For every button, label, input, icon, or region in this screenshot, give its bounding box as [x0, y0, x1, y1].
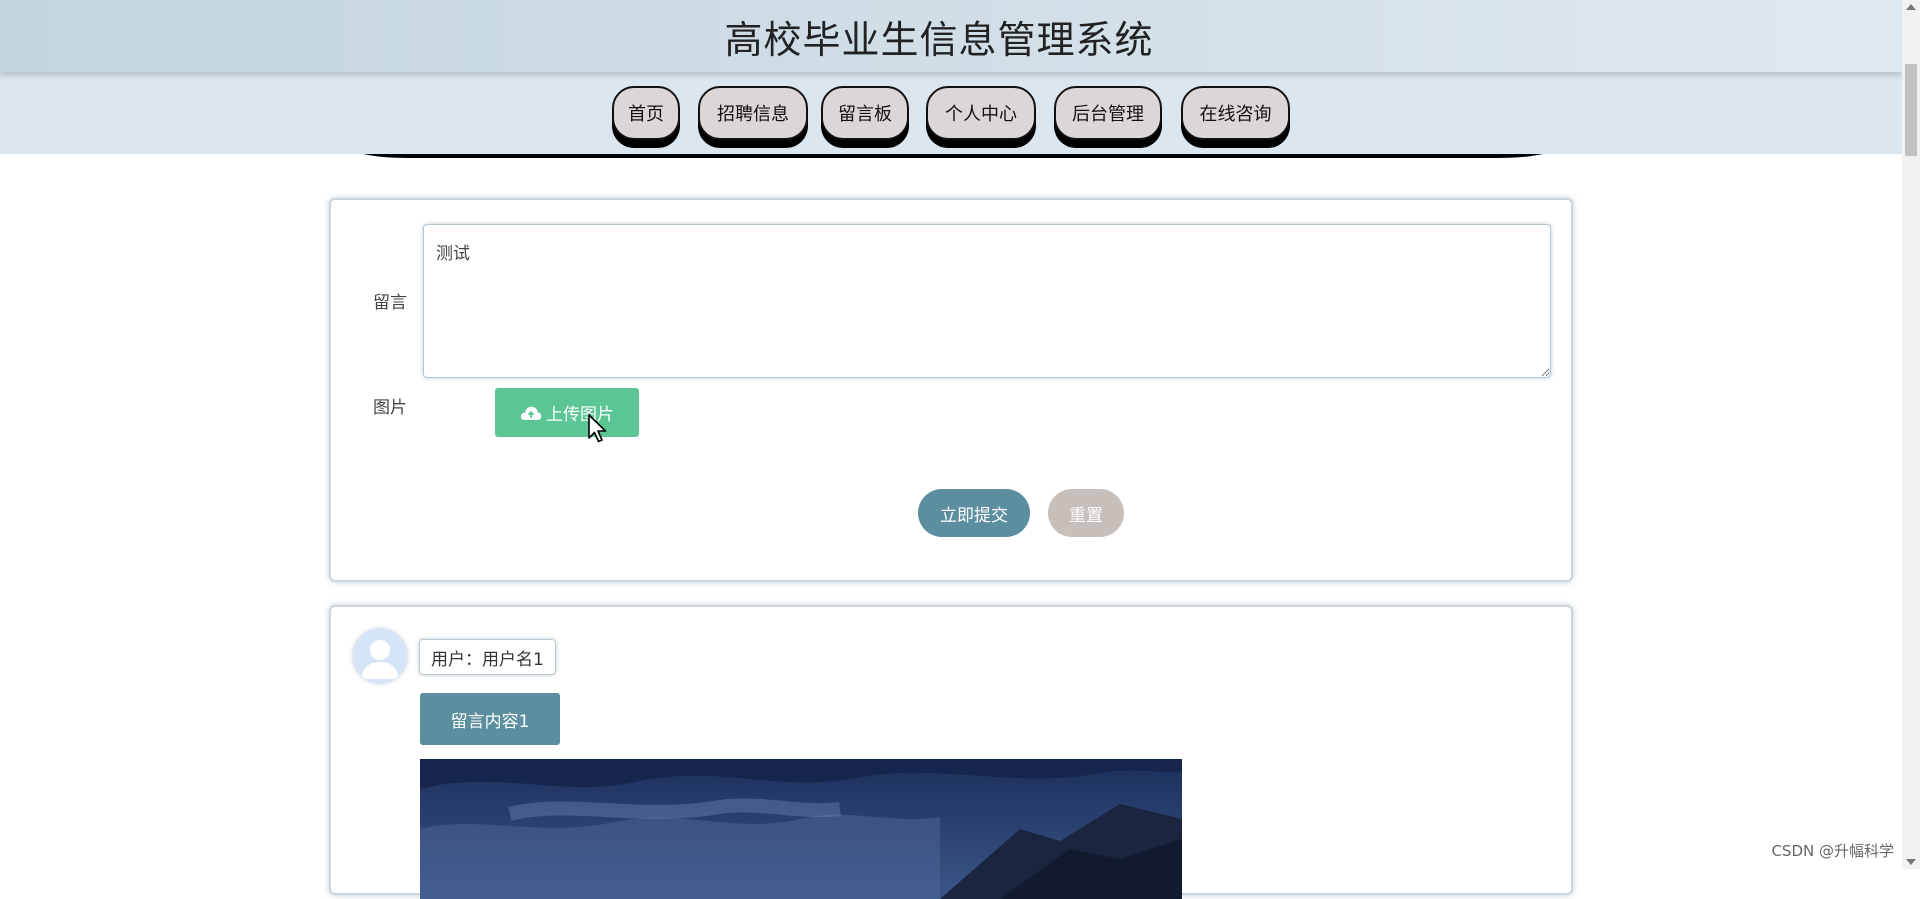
message-input[interactable]: [423, 224, 1551, 378]
message-username: 用户：用户名1: [419, 639, 556, 675]
nav-item-label: 首页: [628, 104, 664, 125]
image-label: 图片: [373, 398, 407, 418]
scroll-down-icon[interactable]: [1906, 859, 1916, 865]
watermark: CSDN @升幅科学: [1771, 842, 1894, 860]
nav-item-admin[interactable]: 后台管理: [1054, 86, 1162, 140]
nav-item-message-board[interactable]: 留言板: [821, 86, 909, 140]
nav-item-label: 个人中心: [945, 104, 1017, 125]
nav-item-profile[interactable]: 个人中心: [926, 86, 1036, 140]
message-label: 留言: [373, 293, 407, 313]
nav-item-home[interactable]: 首页: [612, 86, 680, 140]
message-content: 留言内容1: [420, 693, 560, 745]
scrollbar-thumb[interactable]: [1905, 64, 1917, 156]
avatar: [353, 629, 407, 683]
mouse-cursor-icon: [588, 414, 607, 443]
reset-button[interactable]: 重置: [1048, 489, 1124, 537]
site-title: 高校毕业生信息管理系统: [724, 17, 1154, 62]
landscape-photo: [420, 759, 1182, 899]
message-form-card: 留言 图片 上传图片 立即提交 重置: [329, 198, 1573, 582]
message-item: 用户：用户名1 留言内容1: [329, 605, 1573, 899]
nav-item-online-consult[interactable]: 在线咨询: [1181, 86, 1290, 140]
user-avatar-icon: [353, 629, 407, 683]
cloud-upload-icon: [520, 406, 542, 420]
nav-item-label: 后台管理: [1072, 104, 1144, 125]
submit-button[interactable]: 立即提交: [918, 489, 1030, 537]
nav-item-label: 招聘信息: [717, 104, 789, 125]
nav-item-recruitment[interactable]: 招聘信息: [698, 86, 808, 140]
nav-item-label: 在线咨询: [1199, 104, 1272, 125]
page-scrollbar[interactable]: [1902, 0, 1920, 869]
nav-item-label: 留言板: [838, 104, 892, 125]
scroll-up-icon[interactable]: [1906, 4, 1916, 10]
upload-image-button[interactable]: 上传图片: [495, 388, 639, 437]
site-header: 高校毕业生信息管理系统: [0, 0, 1902, 72]
message-image: [420, 759, 1182, 899]
